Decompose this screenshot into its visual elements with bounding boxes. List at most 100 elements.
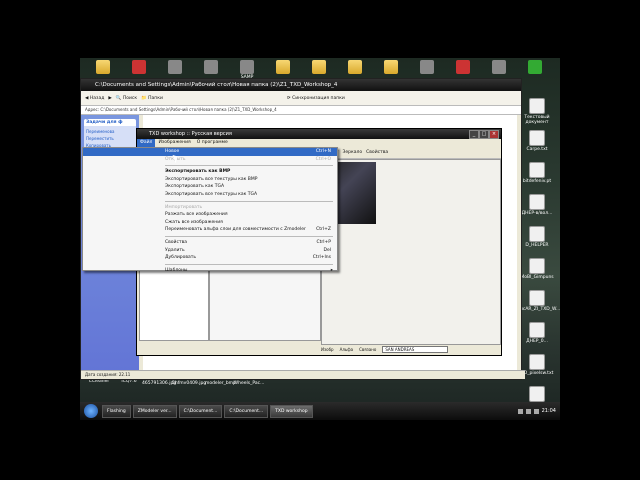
maximize-icon[interactable]: □ xyxy=(479,130,489,139)
menu-separator xyxy=(165,263,333,265)
address-bar[interactable]: Адрес: C:\Documents and Settings\Admin\Р… xyxy=(81,106,521,115)
menu-about[interactable]: О программе xyxy=(194,139,231,147)
file-menu-item[interactable]: Разжать все изображения xyxy=(83,211,337,219)
desktop-icon[interactable]: bitdefeniv.pt xyxy=(520,162,554,184)
app-icon xyxy=(204,60,218,74)
desktop-icon[interactable] xyxy=(374,60,408,75)
tray-icon[interactable] xyxy=(517,408,523,414)
folder-icon xyxy=(276,60,290,74)
menu-item-shortcut: Ctrl+Z xyxy=(316,227,331,233)
tab-alpha[interactable]: Альфа xyxy=(340,347,354,352)
file-menu-item[interactable]: Экспортировать как TGA xyxy=(83,183,337,191)
desktop-icon[interactable] xyxy=(446,60,480,75)
folders-button[interactable]: 📁 Папки xyxy=(141,96,163,101)
desktop-icon[interactable] xyxy=(338,60,372,75)
explorer-toolbar: ◀ Назад ▶ 🔍 Поиск 📁 Папки ⟳ Синхронизаци… xyxy=(81,91,521,106)
desktop-icon[interactable]: ЭD_pixelsw.txt xyxy=(520,354,554,376)
file-menu-item[interactable]: Переименовать альфа слои для совместимос… xyxy=(83,226,337,234)
minimize-icon[interactable]: _ xyxy=(469,130,479,139)
file-menu-item[interactable]: Дублировать Ctrl+Ins xyxy=(83,254,337,262)
desktop-icon[interactable]: SAMP xyxy=(230,60,264,80)
menu-separator xyxy=(165,235,333,237)
menu-item-label: Шаблоны xyxy=(165,267,188,273)
tab-links[interactable]: Связано xyxy=(359,347,376,352)
file-menu-item[interactable]: Свойства Ctrl+P xyxy=(83,239,337,247)
desktop-icon[interactable] xyxy=(518,60,552,75)
menu-item-label: Разжать все изображения xyxy=(165,212,228,218)
desktop-icon[interactable]: D_HELPER xyxy=(520,226,554,248)
desktop-icon[interactable] xyxy=(410,60,444,75)
start-button[interactable] xyxy=(84,404,98,418)
desktop-icon[interactable]: Carpe.txt xyxy=(520,130,554,152)
desktop-icon[interactable]: Текстовый документ xyxy=(520,98,554,125)
file-menu-item[interactable]: Экспортировать все текстуры как BMP xyxy=(83,176,337,184)
file-icon xyxy=(529,290,545,306)
desktop-icon[interactable]: ДНЕР_0... xyxy=(520,322,554,344)
menu-item-label: Переименовать альфа слои для совместимос… xyxy=(165,227,306,233)
desktop-icon[interactable] xyxy=(194,60,228,75)
file-menu-item[interactable]: Экспортировать все текстуры как TGA xyxy=(83,191,337,199)
menu-item-label: Импортировать xyxy=(165,204,203,210)
folder-icon xyxy=(348,60,362,74)
menu-file[interactable]: Файл xyxy=(137,139,156,147)
txd-menubar: Файл Изображения О программе xyxy=(137,139,501,147)
desktop-icon[interactable] xyxy=(122,60,156,75)
taskbar-buttons: Flashing ZModeler ver... C:\Document... C:\… xyxy=(102,404,315,418)
tray-icon[interactable] xyxy=(525,408,531,414)
desktop-icon[interactable]: ДНЕР-в/вол... xyxy=(520,194,554,216)
desktop-icon-label: ДНЕР-в/вол... xyxy=(521,211,553,216)
file-menu-item: Импортировать xyxy=(83,204,337,212)
mirror-button[interactable]: Зеркало xyxy=(343,150,363,155)
preview-panel xyxy=(321,159,501,345)
properties-button[interactable]: Свойства xyxy=(366,150,388,155)
file-icon xyxy=(529,258,545,274)
menu-item-shortcut: Ctrl+P xyxy=(316,239,332,245)
menu-images[interactable]: Изображения xyxy=(155,139,193,147)
taskbar-button[interactable]: TXD workshop xyxy=(270,404,313,418)
forward-icon[interactable]: ▶ xyxy=(108,96,111,101)
file-menu-item[interactable]: Сжать все изображения xyxy=(83,219,337,227)
file-menu-item[interactable]: Шаблоны ▸ xyxy=(83,267,337,275)
txd-bottom-bar: Изобр Альфа Связано SAN ANDREAS xyxy=(321,345,449,353)
explorer-status: Дата создания: 22.11 xyxy=(81,370,525,379)
file-tasks-header[interactable]: Задачи для ф xyxy=(84,119,136,126)
system-tray: 21:04 xyxy=(517,408,560,414)
desktop-icon-label: bitdefeniv.pt xyxy=(522,179,552,184)
tab-image[interactable]: Изобр xyxy=(321,347,334,352)
menu-item-label: Экспортировать все текстуры как TGA xyxy=(165,191,258,197)
search-button[interactable]: 🔍 Поиск xyxy=(116,96,137,101)
file-menu-item[interactable]: Экспортировать как BMP xyxy=(83,168,337,176)
taskbar-button[interactable]: ZModeler ver... xyxy=(132,404,177,418)
file-icon xyxy=(529,98,545,114)
file-icon xyxy=(529,322,545,338)
game-select[interactable]: SAN ANDREAS xyxy=(382,345,449,353)
file-menu-item[interactable]: Новое Ctrl+N xyxy=(83,148,337,156)
file-icon xyxy=(529,226,545,242)
desktop-icon-label: ДНЕР_0... xyxy=(526,339,548,344)
taskbar-button[interactable]: Flashing xyxy=(102,404,131,418)
desktop-icon[interactable]: лсAR_ZI_TXD_W... xyxy=(520,290,560,312)
menu-item-label: Удалить xyxy=(165,247,185,253)
desktop-icon[interactable] xyxy=(266,60,300,75)
desktop-icon[interactable] xyxy=(158,60,192,75)
tray-icon[interactable] xyxy=(533,408,539,414)
file-task-item[interactable]: Переместить xyxy=(86,135,134,142)
file-icon xyxy=(529,194,545,210)
folder-icon xyxy=(384,60,398,74)
taskbar-button[interactable]: C:\Document... xyxy=(178,404,223,418)
desktop-icon-label: ..modeler_bmp xyxy=(202,381,236,386)
desktop-icon[interactable] xyxy=(86,60,120,75)
clock[interactable]: 21:04 xyxy=(542,408,556,414)
desktop-icon[interactable] xyxy=(482,60,516,75)
back-button[interactable]: ◀ Назад xyxy=(85,96,104,101)
sync-button[interactable]: ⟳ Синхронизация папки xyxy=(287,96,345,101)
menu-item-shortcut: Ctrl+Ins xyxy=(312,255,331,261)
file-menu-item: Открыть Ctrl+O xyxy=(83,156,337,164)
desktop-icon[interactable]: MoBI_Gimpuns xyxy=(520,258,554,280)
desktop-icon[interactable] xyxy=(302,60,336,75)
file-task-item[interactable]: Переименова xyxy=(86,128,134,135)
file-menu-item[interactable]: Удалить Del xyxy=(83,247,337,255)
taskbar-button[interactable]: C:\Document... xyxy=(224,404,269,418)
menu-separator xyxy=(165,165,333,167)
close-icon[interactable]: × xyxy=(489,130,499,139)
